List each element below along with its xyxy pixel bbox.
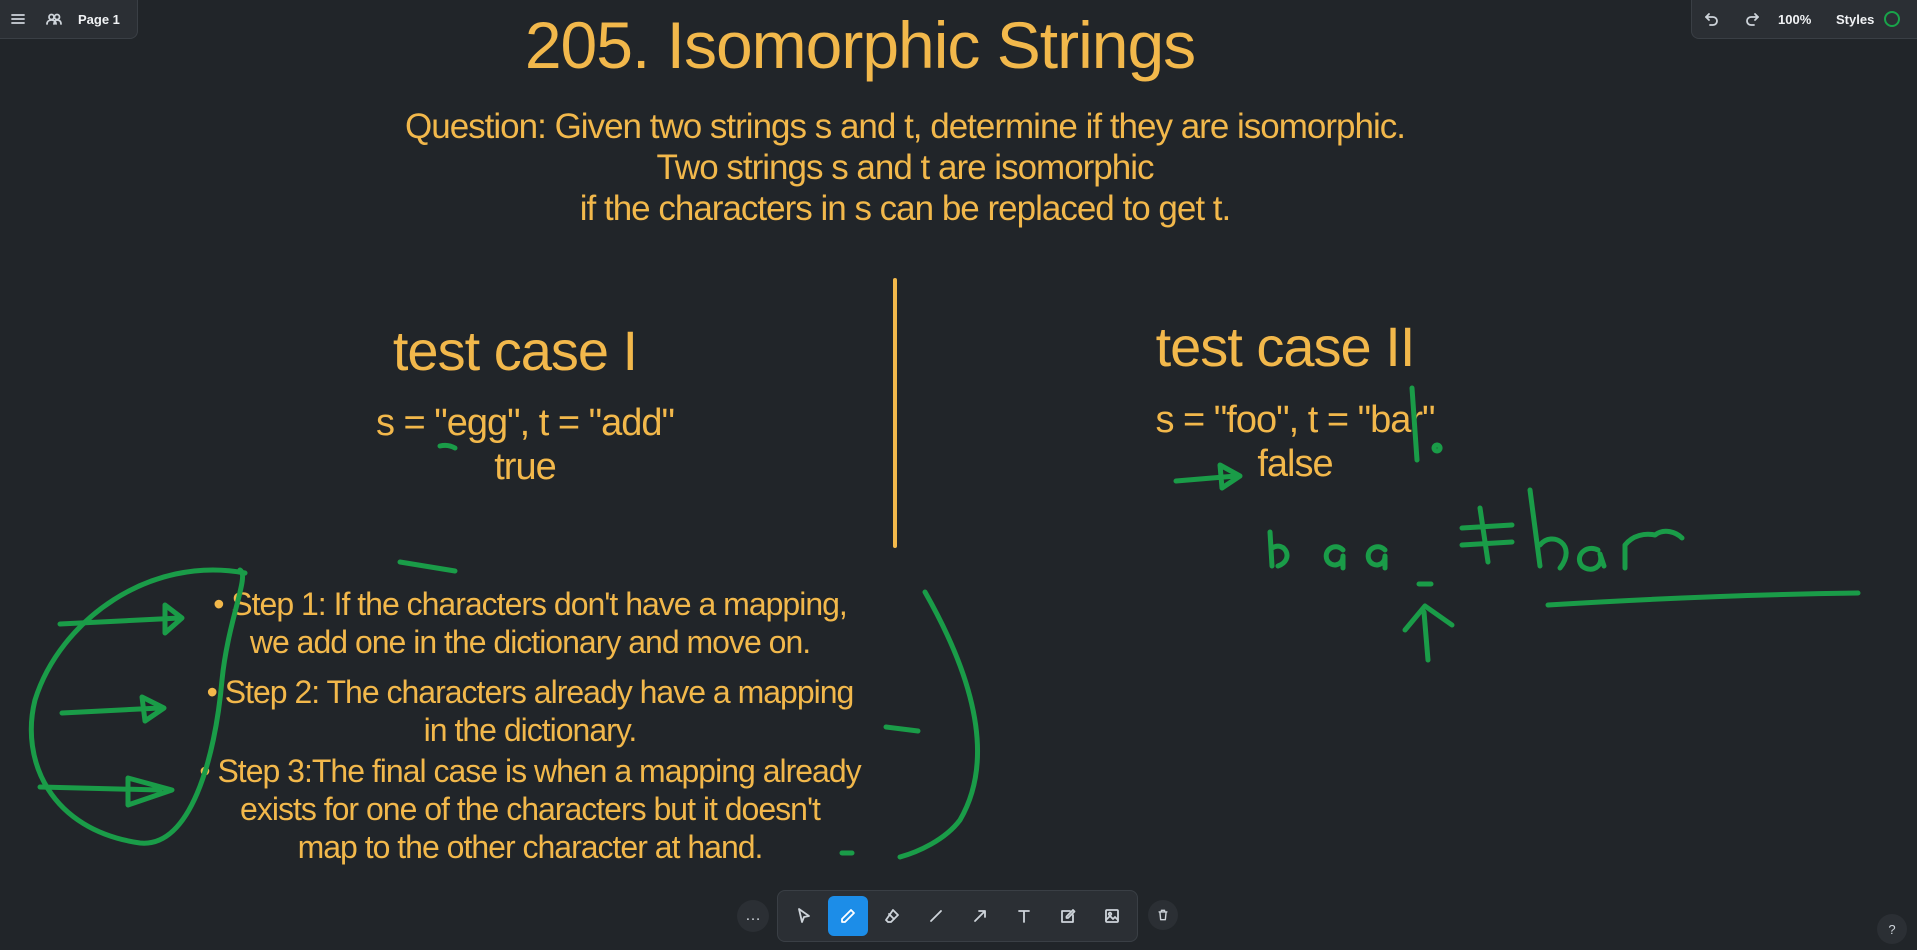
select-icon	[798, 908, 810, 923]
text-icon	[1018, 910, 1030, 923]
ink-annotations	[28, 385, 1861, 860]
eraser-icon	[885, 909, 899, 923]
ink-baa	[1267, 529, 1388, 571]
line-tool[interactable]	[916, 896, 956, 936]
image-icon	[1105, 909, 1119, 923]
arrow-icon	[974, 910, 986, 922]
ink-dash-mid	[883, 724, 921, 734]
trash-icon	[1158, 909, 1168, 921]
line-icon	[930, 910, 942, 922]
text-tool[interactable]	[1004, 896, 1044, 936]
ink-paren-right	[897, 589, 980, 860]
ink-arrow-false	[1173, 462, 1243, 491]
arrow-tool[interactable]	[960, 896, 1000, 936]
note-tool[interactable]	[1048, 896, 1088, 936]
note-icon	[1061, 909, 1076, 923]
ink-dash-top	[397, 559, 458, 574]
eraser-tool[interactable]	[872, 896, 912, 936]
ink-arrow-2	[59, 694, 167, 724]
ink-bar	[1527, 487, 1685, 572]
pencil-icon	[841, 909, 855, 923]
ink-underline	[1545, 590, 1861, 608]
more-tools-button[interactable]: …	[737, 900, 769, 932]
delete-button[interactable]	[1148, 900, 1178, 930]
ink-mark-egg	[437, 442, 458, 451]
bottom-toolbar	[777, 890, 1138, 942]
draw-tool[interactable]	[828, 896, 868, 936]
ink-up-arrow	[1402, 581, 1455, 663]
ink-not-equal	[1459, 505, 1515, 565]
image-tool[interactable]	[1092, 896, 1132, 936]
ink-cross-bar	[1409, 385, 1443, 463]
help-button[interactable]: ?	[1877, 914, 1907, 944]
select-tool[interactable]	[784, 896, 824, 936]
